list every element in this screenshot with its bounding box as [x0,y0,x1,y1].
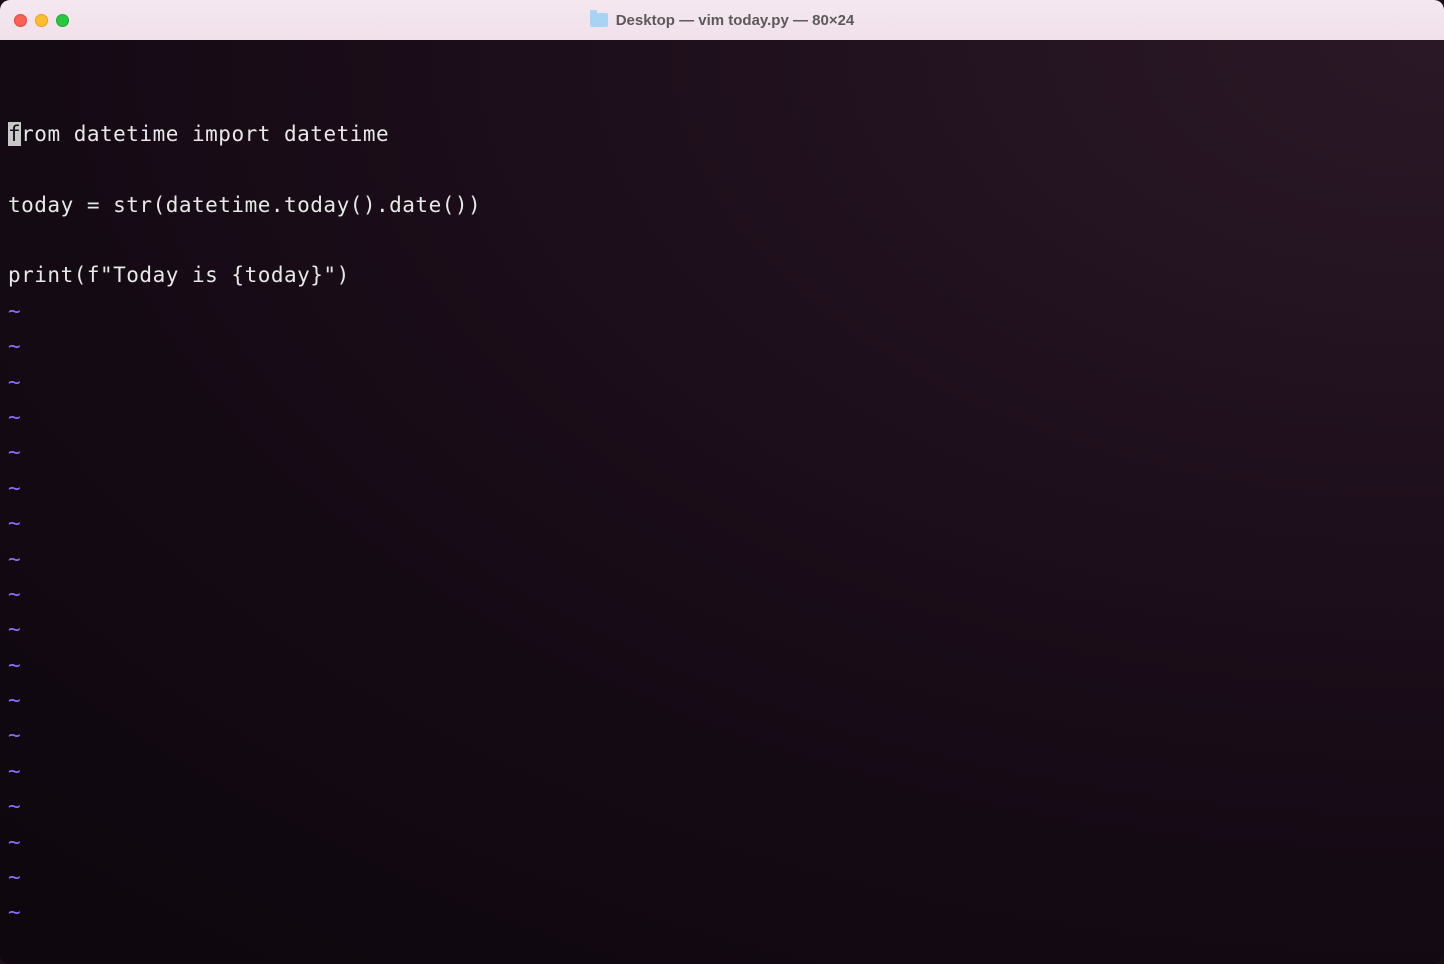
empty-line-tilde: ~ [8,895,1436,930]
empty-line-tilde: ~ [8,789,1436,824]
terminal-window: Desktop — vim today.py — 80×24 from date… [0,0,1444,964]
empty-line-tilde: ~ [8,435,1436,470]
empty-line-tilde: ~ [8,825,1436,860]
minimize-icon[interactable] [35,14,48,27]
code-line[interactable]: today = str(datetime.today().date()) [8,188,1436,223]
terminal-body: from datetime import datetime today = st… [8,117,1436,964]
empty-line-tilde: ~ [8,329,1436,364]
empty-line-tilde: ~ [8,718,1436,753]
titlebar[interactable]: Desktop — vim today.py — 80×24 [0,0,1444,40]
empty-line-tilde: ~ [8,471,1436,506]
maximize-icon[interactable] [56,14,69,27]
empty-line-tilde: ~ [8,365,1436,400]
empty-line-tilde: ~ [8,683,1436,718]
traffic-lights [14,14,69,27]
code-line[interactable]: print(f"Today is {today}") [8,258,1436,293]
empty-line-tilde: ~ [8,577,1436,612]
empty-line-tilde: ~ [8,542,1436,577]
empty-line-tilde: ~ [8,648,1436,683]
editor-buffer[interactable]: from datetime import datetime today = st… [8,117,1436,964]
empty-line-tilde: ~ [8,754,1436,789]
empty-line-tilde: ~ [8,860,1436,895]
code-line[interactable] [8,223,1436,258]
cursor: f [8,122,21,146]
folder-icon [590,13,608,27]
empty-line-tilde: ~ [8,400,1436,435]
code-line[interactable]: from datetime import datetime [8,117,1436,152]
empty-line-tilde: ~ [8,294,1436,329]
close-icon[interactable] [14,14,27,27]
window-title: Desktop — vim today.py — 80×24 [616,12,855,29]
window-title-wrap: Desktop — vim today.py — 80×24 [0,12,1444,29]
empty-line-tilde: ~ [8,506,1436,541]
empty-line-tilde: ~ [8,612,1436,647]
terminal-viewport[interactable]: from datetime import datetime today = st… [0,40,1444,964]
code-line[interactable] [8,152,1436,187]
